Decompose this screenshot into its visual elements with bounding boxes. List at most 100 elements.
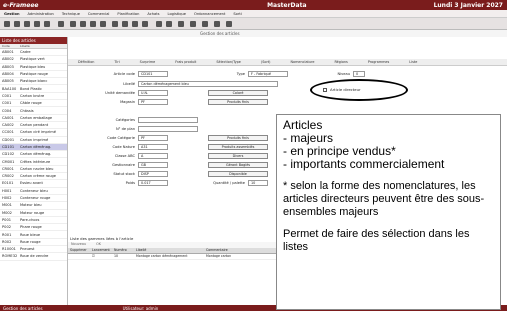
tools-icon[interactable] [202, 21, 208, 27]
gestionnaire-select[interactable]: GB [138, 162, 168, 168]
produits-assembles-button[interactable]: Produits assemblés [208, 144, 268, 150]
col-code-header[interactable]: Code [0, 44, 20, 48]
menu-item-sortir[interactable]: Sorti [229, 12, 245, 16]
list-item[interactable]: H002 Conteneur rouge [0, 195, 67, 203]
list-item[interactable]: AB003 Plastique bleu [0, 64, 67, 71]
disponible-button[interactable]: Disponible [208, 171, 268, 177]
list-item[interactable]: AB005 Plastique blanc [0, 78, 67, 86]
list-item[interactable]: CR002 Carton crème rouge [0, 173, 67, 181]
help-icon[interactable] [214, 21, 220, 27]
grid-icon[interactable] [24, 21, 30, 27]
list-item[interactable]: AB001 Cadre [0, 49, 67, 57]
color-button[interactable]: Coloré [208, 90, 268, 96]
list-item[interactable]: CD101 Carton déménag. [0, 143, 67, 152]
list-item[interactable]: P002 Phare rouge [0, 224, 67, 232]
gerant-button[interactable]: Gérant Bagiès [208, 162, 268, 168]
code-nature-select[interactable]: A31 [138, 144, 168, 150]
list-item[interactable]: C004 Châssis [0, 107, 67, 115]
list-item[interactable]: R10001 Pneuest [0, 246, 67, 254]
table-icon[interactable] [70, 21, 76, 27]
refresh-icon[interactable] [100, 21, 106, 27]
menu-item-planification[interactable]: Planification [113, 12, 143, 16]
tab-frais-produit[interactable]: Frais produit [165, 59, 206, 65]
menu-item-logistique[interactable]: Logistique [164, 12, 190, 16]
list-item[interactable]: CD102 Carton déménag. [0, 151, 67, 159]
col-lancement[interactable]: Lancement [90, 248, 112, 253]
export-icon[interactable] [122, 21, 128, 27]
menu-item-commercial[interactable]: Commercial [84, 12, 114, 16]
tab-definition[interactable]: Définition [68, 59, 104, 65]
list-item[interactable]: R002 Roue rouge [0, 239, 67, 247]
menu-item-achats[interactable]: Achats [143, 12, 163, 16]
produits-finis-button[interactable]: Produits finis [208, 99, 268, 105]
tab-programmes[interactable]: Programmes [358, 59, 399, 65]
settings-icon[interactable] [90, 21, 96, 27]
report-icon[interactable] [112, 21, 118, 27]
niveau-input[interactable]: 0 [353, 71, 365, 77]
search-icon[interactable] [178, 21, 184, 27]
menu-item-gestion[interactable]: Gestion [0, 12, 24, 16]
list-item[interactable]: CA001 Carton emballage [0, 115, 67, 122]
calendar-icon[interactable] [14, 21, 20, 27]
list-item[interactable]: P001 Pare-chocs [0, 217, 67, 225]
classe-abc-select[interactable]: A [138, 153, 168, 159]
menu-item-technique[interactable]: Technique [58, 12, 84, 16]
col-commentaire[interactable]: Commentaire [204, 248, 274, 253]
home-icon[interactable] [4, 21, 10, 27]
print-icon[interactable] [132, 21, 138, 27]
list-item[interactable]: AB002 Plastique vert [0, 56, 67, 64]
gear-icon[interactable] [166, 21, 172, 27]
tab-regions[interactable]: Régions [324, 59, 357, 65]
tab-sort[interactable]: (Sort) [251, 59, 281, 65]
type-select[interactable]: F - Fabriqué [248, 71, 288, 77]
list-item[interactable]: CC001 Carton ciré imprimé [0, 129, 67, 137]
star-icon[interactable] [226, 21, 232, 27]
list-item[interactable]: CA002 Carton pendant [0, 122, 67, 130]
article-code-input[interactable]: CD101 [138, 71, 168, 77]
col-numero[interactable]: Numéro [112, 248, 134, 253]
col-supprimer[interactable]: Supprimer [68, 248, 90, 253]
list-item[interactable]: C001 Câble rouge [0, 100, 67, 108]
tab-tiri[interactable]: Tiri [104, 59, 129, 65]
tab-liste[interactable]: Liste [399, 59, 427, 65]
chart-icon[interactable] [44, 21, 50, 27]
quantite-palette-input[interactable]: 10 [248, 180, 268, 186]
list-item[interactable]: CR001 Carton navire bleu [0, 166, 67, 174]
libelle-input[interactable]: Carton déménagement bleu [138, 81, 278, 87]
col-label-header[interactable]: Libellé [20, 44, 30, 48]
list-item[interactable]: AB004 Plastique rouge [0, 71, 67, 79]
filter-icon[interactable] [58, 21, 64, 27]
list-item[interactable]: E0101 Essieu avant [0, 180, 67, 188]
tab-selection-type[interactable]: Sélection/Type [206, 59, 251, 65]
menu-item-administration[interactable]: Administration [24, 12, 58, 16]
list-item[interactable]: R001 Roue bleue [0, 231, 67, 239]
list-item[interactable]: CD001 Carton imprimé [0, 137, 67, 144]
mail-icon[interactable] [142, 21, 148, 27]
list-icon[interactable] [34, 21, 40, 27]
col-libelle[interactable]: Libellé [134, 248, 204, 253]
plan-number-input[interactable] [138, 126, 198, 132]
cell-lancement[interactable]: ☑ [90, 254, 112, 259]
link-icon[interactable] [156, 21, 162, 27]
list-item[interactable]: BAA100 Bond Plastic [0, 85, 67, 93]
unite-select[interactable]: U.N. [138, 90, 168, 96]
list-item[interactable]: H001 Conteneur bleu [0, 188, 67, 195]
tab-surprime[interactable]: Surprime [130, 59, 166, 65]
list-item[interactable]: C001 Carton brutre [0, 93, 67, 101]
menu-item-ordonnancement[interactable]: Ordonnancement [190, 12, 229, 16]
produit-fini-button[interactable]: Produits finis [208, 135, 268, 141]
info-icon[interactable] [190, 21, 196, 27]
list-item[interactable]: M002 Moteur rouge [0, 210, 67, 217]
magasin-select[interactable]: PF [138, 99, 168, 105]
categories-input[interactable] [138, 117, 198, 123]
statut-stock-select[interactable]: DISP [138, 171, 168, 177]
divers-button[interactable]: Divers [208, 153, 268, 159]
code-categorie-select[interactable]: PF [138, 135, 168, 141]
cell-supprimer[interactable] [68, 254, 90, 259]
tab-nomenclature[interactable]: Nomenclature [281, 59, 325, 65]
table-row[interactable]: ☑ 10 Montage carton déménagement Montage… [68, 254, 308, 260]
list-item[interactable]: ROME32 Roue de vendre [0, 253, 67, 261]
list-item[interactable]: CM001 Crêtes intérieure [0, 158, 67, 166]
list-item[interactable]: M001 Moteur bleu [0, 202, 67, 210]
poids-input[interactable]: 0.017 [138, 180, 168, 186]
